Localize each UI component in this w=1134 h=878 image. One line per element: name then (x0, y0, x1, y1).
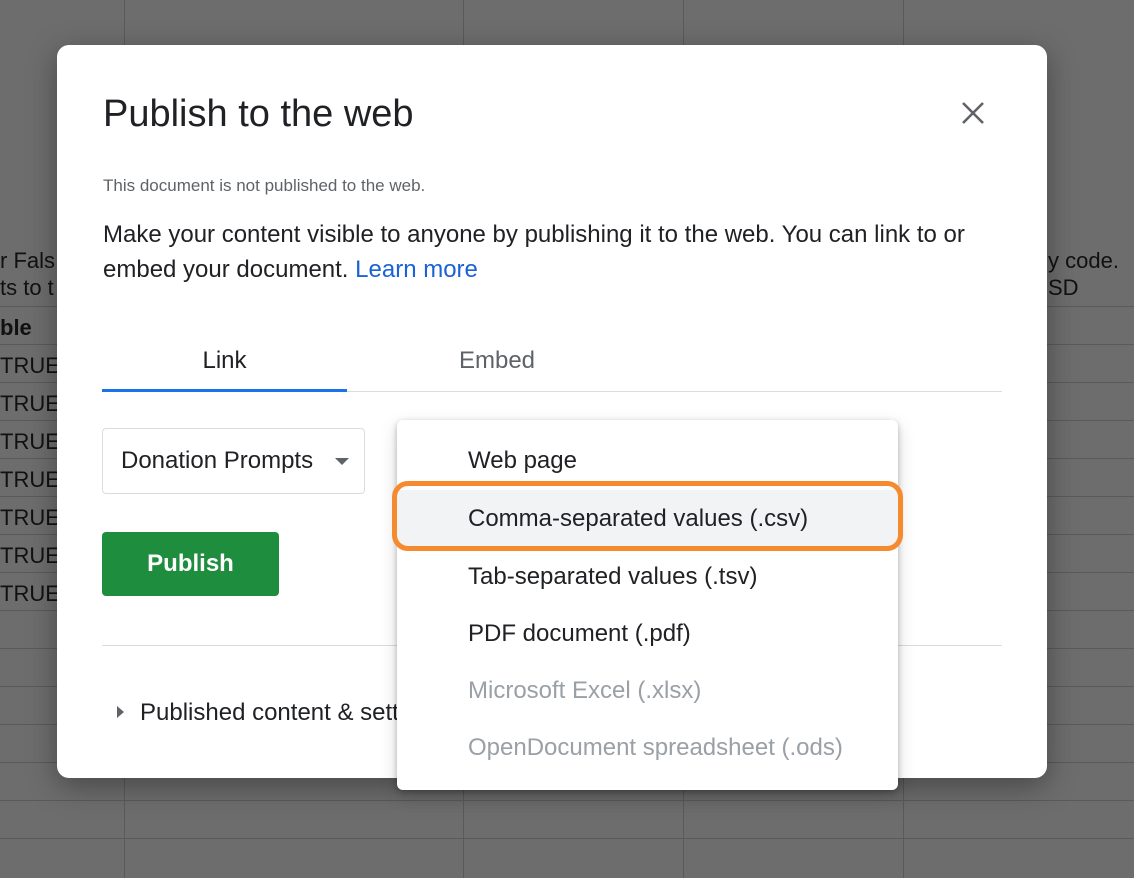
menu-item-csv[interactable]: Comma-separated values (.csv) (397, 490, 898, 547)
sheet-cell: ble (0, 315, 32, 340)
active-tab-indicator (102, 389, 347, 392)
menu-item-web-page[interactable]: Web page (397, 432, 898, 489)
dialog-title: Publish to the web (103, 93, 414, 135)
sheet-cell: SD (1048, 275, 1079, 300)
sheet-cell: TRUE (0, 581, 60, 606)
expand-triangle-icon (117, 705, 124, 718)
publish-status: This document is not published to the we… (103, 176, 426, 195)
grid-line (0, 800, 1134, 801)
sheet-cell: TRUE (0, 353, 60, 378)
sheet-cell: TRUE (0, 505, 60, 530)
tab-embed-label: Embed (458, 347, 536, 374)
sheet-cell: y code. (1048, 248, 1119, 273)
publish-button[interactable]: Publish (102, 532, 279, 596)
learn-more-link[interactable]: Learn more (355, 256, 478, 283)
sheet-cell: TRUE (0, 543, 60, 568)
sheet-select-dropdown[interactable]: Donation Prompts (102, 428, 365, 494)
sheet-cell: TRUE (0, 429, 60, 454)
menu-item-ods: OpenDocument spreadsheet (.ods) (468, 734, 843, 761)
published-content-expander[interactable]: Published content & settings (117, 699, 443, 727)
menu-item-tsv[interactable]: Tab-separated values (.tsv) (397, 548, 898, 605)
close-icon (962, 102, 984, 124)
format-menu: Web page Comma-separated values (.csv) T… (397, 420, 898, 790)
sheet-cell: r Fals (0, 248, 55, 273)
grid-line (0, 838, 1134, 839)
menu-item-xlsx: Microsoft Excel (.xlsx) (468, 677, 702, 704)
sheet-select-value: Donation Prompts (121, 447, 314, 474)
menu-item-pdf[interactable]: PDF document (.pdf) (397, 605, 898, 662)
tab-link[interactable]: Link (102, 335, 347, 390)
tab-bar: Link Embed (102, 335, 1002, 392)
sheet-cell: TRUE (0, 391, 60, 416)
description-text: Make your content visible to anyone by p… (103, 221, 965, 283)
tab-embed[interactable]: Embed (392, 335, 602, 390)
sheet-cell: ts to t (0, 275, 54, 300)
dialog-description: Make your content visible to anyone by p… (103, 217, 1003, 287)
sheet-cell: TRUE (0, 467, 60, 492)
dropdown-caret-icon (335, 458, 349, 465)
close-button[interactable] (953, 93, 993, 133)
tab-link-label: Link (202, 347, 247, 374)
